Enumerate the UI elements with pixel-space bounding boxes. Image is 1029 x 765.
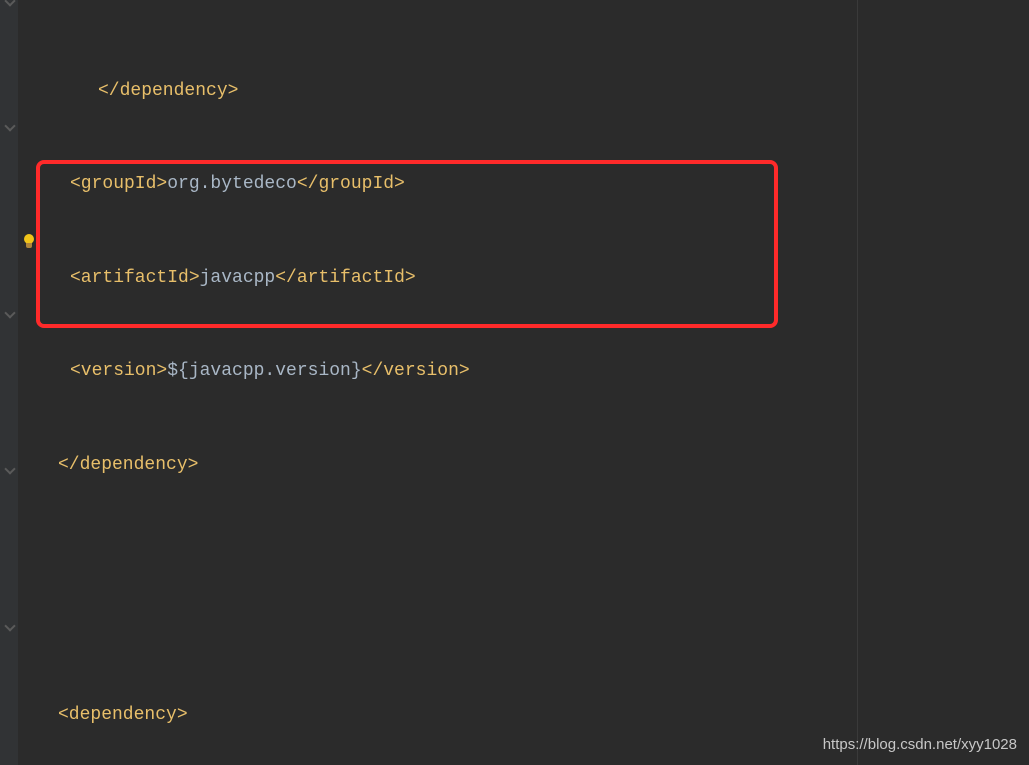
- xml-tag: <artifactId>: [70, 268, 200, 288]
- xml-text: ${javacpp.version}: [167, 361, 361, 381]
- code-line[interactable]: [18, 544, 589, 575]
- code-line[interactable]: </dependency>: [18, 450, 589, 481]
- xml-text: javacpp: [200, 268, 276, 288]
- gutter: [0, 0, 18, 765]
- code-editor[interactable]: </dependency> <groupId>org.bytedeco</gro…: [0, 0, 860, 765]
- fold-icon: [4, 463, 15, 474]
- code-area[interactable]: </dependency> <groupId>org.bytedeco</gro…: [18, 0, 589, 765]
- code-line[interactable]: <version>${javacpp.version}</version>: [18, 356, 589, 387]
- fold-icon: [4, 620, 15, 631]
- xml-tag: </version>: [362, 361, 470, 381]
- xml-tag: <dependency>: [58, 705, 188, 725]
- code-line[interactable]: <groupId>org.bytedeco</groupId>: [18, 169, 589, 200]
- xml-tag: </groupId>: [297, 174, 405, 194]
- fold-icon: [4, 0, 15, 7]
- fold-icon: [4, 120, 15, 131]
- xml-tag: <version>: [70, 361, 167, 381]
- xml-text: org.bytedeco: [167, 174, 297, 194]
- fold-icon: [4, 307, 15, 318]
- xml-tag: </artifactId>: [275, 268, 415, 288]
- right-editor-pane[interactable]: [857, 0, 1029, 765]
- code-line[interactable]: <artifactId>javacpp</artifactId>: [18, 263, 589, 294]
- code-line[interactable]: </dependency>: [18, 76, 589, 107]
- xml-tag: </dependency>: [98, 81, 238, 101]
- xml-tag: <groupId>: [70, 174, 167, 194]
- xml-tag: </dependency>: [58, 455, 198, 475]
- code-line[interactable]: <dependency>: [18, 700, 589, 731]
- watermark-text: https://blog.csdn.net/xyy1028: [823, 736, 1017, 753]
